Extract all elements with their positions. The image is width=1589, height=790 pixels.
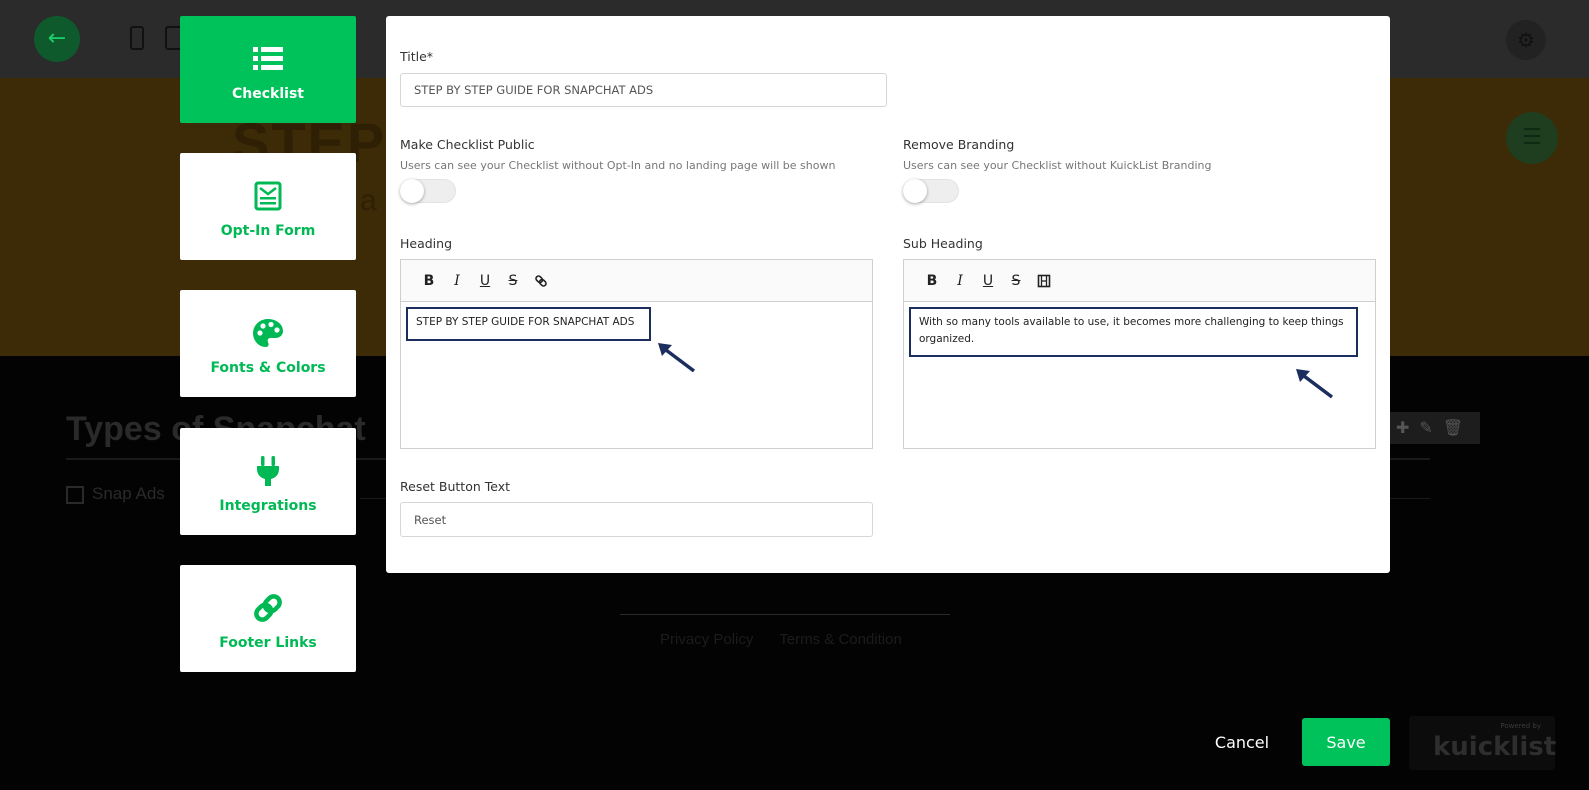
tab-fonts-colors[interactable]: Fonts & Colors bbox=[180, 290, 356, 397]
bold-icon[interactable]: B bbox=[918, 269, 946, 293]
strikethrough-icon[interactable]: S bbox=[1002, 269, 1030, 293]
back-icon[interactable]: ← bbox=[34, 16, 80, 62]
italic-icon[interactable]: I bbox=[946, 269, 974, 293]
tab-label: Integrations bbox=[219, 498, 317, 514]
section-toolbar[interactable]: ✚✎🗑 bbox=[1380, 412, 1480, 444]
tab-label: Opt-In Form bbox=[220, 223, 316, 239]
footer-link-terms[interactable]: Terms & Condition bbox=[779, 631, 902, 648]
tab-label: Checklist bbox=[232, 86, 304, 102]
heading-editor-toolbar: B I U S bbox=[401, 260, 872, 302]
public-label: Make Checklist Public bbox=[400, 137, 535, 152]
footer-links: Privacy Policy Terms & Condition bbox=[660, 631, 924, 648]
form-icon bbox=[254, 181, 282, 211]
public-description: Users can see your Checklist without Opt… bbox=[400, 159, 836, 172]
kuicklist-branding[interactable]: Powered by kuicklist bbox=[1409, 716, 1557, 770]
tab-footer-links[interactable]: Footer Links bbox=[180, 565, 356, 672]
kuicklist-logo: kuicklist bbox=[1433, 732, 1557, 762]
tab-label: Footer Links bbox=[219, 635, 317, 651]
heading-content[interactable]: STEP BY STEP GUIDE FOR SNAPCHAT ADS bbox=[406, 307, 651, 341]
mobile-preview-icon[interactable] bbox=[130, 26, 144, 50]
subheading-label: Sub Heading bbox=[903, 236, 983, 251]
remove-branding-toggle[interactable] bbox=[903, 179, 959, 203]
toggle-knob bbox=[903, 179, 927, 203]
subheading-editor[interactable]: B I U S With so many tools available to … bbox=[903, 259, 1376, 449]
settings-icon[interactable]: ⚙ bbox=[1506, 20, 1546, 60]
branding-label: Remove Branding bbox=[903, 137, 1015, 152]
title-input[interactable] bbox=[400, 73, 887, 107]
tab-label: Fonts & Colors bbox=[210, 360, 326, 376]
branding-description: Users can see your Checklist without Kui… bbox=[903, 159, 1212, 172]
title-label: Title* bbox=[400, 49, 434, 64]
palette-icon bbox=[253, 319, 283, 347]
cancel-button[interactable]: Cancel bbox=[1200, 718, 1284, 766]
checklist-settings-icon[interactable]: ☰ bbox=[1506, 112, 1558, 164]
strikethrough-icon[interactable]: S bbox=[499, 269, 527, 293]
tab-integrations[interactable]: Integrations bbox=[180, 428, 356, 535]
plug-icon bbox=[257, 456, 279, 486]
public-toggle[interactable] bbox=[400, 179, 456, 203]
powered-by-label: Powered by bbox=[1500, 722, 1541, 730]
checklist-checkbox[interactable] bbox=[66, 486, 84, 504]
checklist-item-label: Snap Ads bbox=[92, 484, 165, 503]
subheading-content[interactable]: With so many tools available to use, it … bbox=[909, 307, 1358, 357]
annotation-arrow-icon bbox=[658, 343, 696, 373]
underline-icon[interactable]: U bbox=[471, 269, 499, 293]
hero-subtitle: a bbox=[360, 184, 377, 217]
tab-checklist[interactable]: Checklist bbox=[180, 16, 356, 123]
link-icon bbox=[254, 594, 282, 622]
italic-icon[interactable]: I bbox=[443, 269, 471, 293]
heading-editor[interactable]: B I U S STEP BY STEP GUIDE FOR SNAPCHAT … bbox=[400, 259, 873, 449]
checklist-settings-modal: Title* Make Checklist Public Users can s… bbox=[386, 16, 1390, 573]
underline-icon[interactable]: U bbox=[974, 269, 1002, 293]
video-icon[interactable] bbox=[1030, 269, 1058, 293]
list-icon bbox=[253, 47, 283, 70]
heading-label: Heading bbox=[400, 236, 453, 251]
annotation-arrow-icon bbox=[1296, 369, 1334, 399]
footer-link-privacy[interactable]: Privacy Policy bbox=[660, 631, 753, 648]
bold-icon[interactable]: B bbox=[415, 269, 443, 293]
save-button[interactable]: Save bbox=[1302, 718, 1390, 766]
reset-label: Reset Button Text bbox=[400, 479, 511, 494]
link-icon[interactable] bbox=[527, 269, 555, 293]
reset-input[interactable] bbox=[400, 502, 873, 537]
tab-opt-in-form[interactable]: Opt-In Form bbox=[180, 153, 356, 260]
subheading-editor-toolbar: B I U S bbox=[904, 260, 1375, 302]
footer-divider bbox=[620, 614, 950, 615]
toggle-knob bbox=[400, 179, 424, 203]
